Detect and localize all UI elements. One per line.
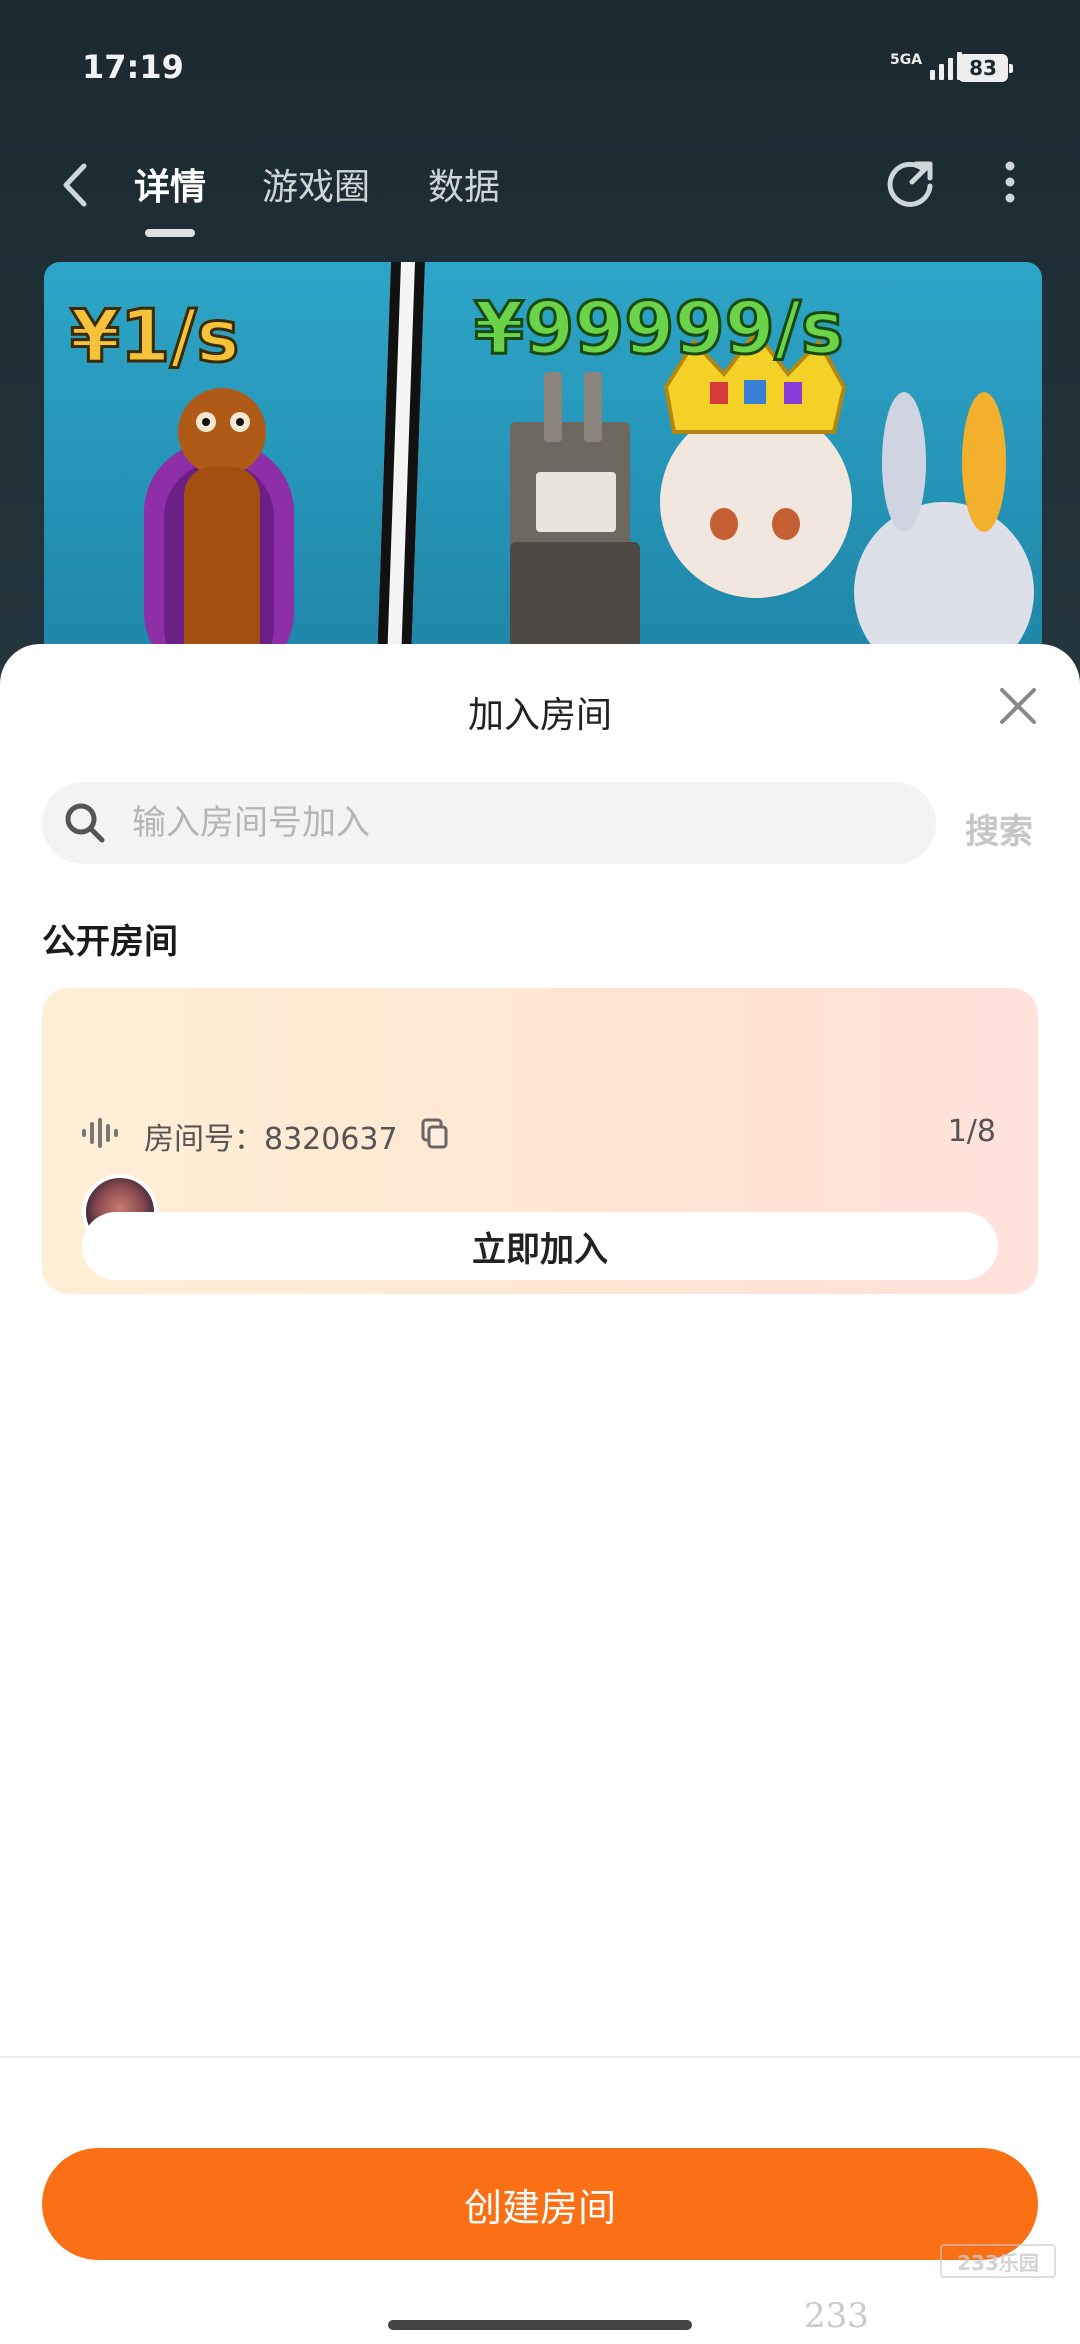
more-options-icon[interactable]	[990, 152, 1030, 212]
battery-icon: 83	[958, 54, 1013, 82]
create-room-button[interactable]: 创建房间	[42, 2148, 1038, 2260]
room-search-box	[42, 782, 936, 864]
status-time: 17:19	[82, 48, 184, 86]
tab-details[interactable]: 详情	[134, 158, 206, 210]
join-room-sheet: 加入房间 搜索 公开房间 房间号：8320637 1/8 立即加入 创建房间	[0, 644, 1080, 2344]
bottom-divider	[0, 2056, 1080, 2058]
voice-wave-icon	[82, 1118, 118, 1148]
room-number: 房间号：8320637	[144, 1122, 398, 1157]
share-icon[interactable]	[880, 152, 940, 212]
close-icon[interactable]	[996, 684, 1040, 728]
join-now-button[interactable]: 立即加入	[82, 1212, 998, 1280]
search-icon	[65, 803, 105, 843]
room-occupancy: 1/8	[947, 1114, 996, 1149]
battery-level: 83	[969, 56, 997, 80]
watermark-logo: 233乐园	[940, 2244, 1056, 2278]
top-navigation: 详情 游戏圈 数据	[0, 140, 1080, 240]
network-type: 5GA	[890, 52, 923, 68]
home-indicator[interactable]	[388, 2320, 692, 2330]
tab-game-circle[interactable]: 游戏圈	[262, 158, 370, 210]
back-arrow-icon[interactable]	[56, 160, 96, 210]
watermark-text: 233号:441348998	[804, 2296, 869, 2336]
room-number-input[interactable]	[132, 782, 912, 864]
banner-left-price: ¥1/s	[68, 293, 240, 380]
copy-icon[interactable]	[419, 1118, 449, 1150]
public-rooms-title: 公开房间	[42, 922, 178, 962]
banner-right-price: ¥99999/s	[473, 285, 846, 372]
active-tab-indicator	[145, 229, 195, 237]
status-bar: 17:19 5GA 83	[0, 0, 1080, 130]
sheet-title: 加入房间	[467, 695, 612, 736]
tab-data[interactable]: 数据	[428, 158, 500, 210]
game-banner-image[interactable]: ¥1/s ¥99999/s	[44, 262, 1042, 662]
room-card[interactable]: 房间号：8320637 1/8 立即加入	[42, 988, 1038, 1294]
signal-icon: 5GA	[890, 52, 963, 80]
search-button[interactable]: 搜索	[965, 804, 1033, 853]
